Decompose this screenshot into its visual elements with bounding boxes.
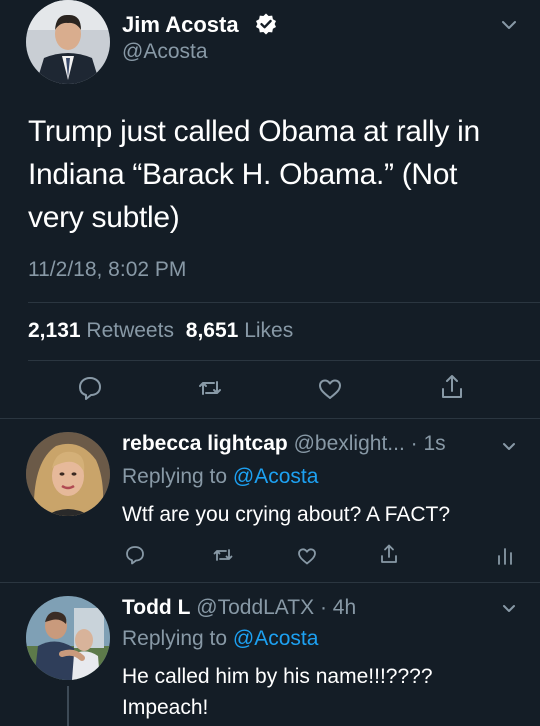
author-avatar[interactable]	[26, 0, 110, 84]
chevron-down-icon[interactable]	[500, 16, 518, 34]
retweet-icon[interactable]	[212, 544, 234, 566]
divider	[28, 302, 540, 303]
reply-icon[interactable]	[76, 374, 104, 402]
tweet-text: Trump just called Obama at rally in Indi…	[28, 115, 480, 234]
author-name[interactable]: Jim Acosta	[122, 12, 239, 38]
tweet-timestamp[interactable]: 11/2/18, 8:02 PM	[28, 258, 186, 282]
replying-to-prefix: Replying to	[122, 465, 228, 488]
thread-connector	[67, 686, 69, 726]
reply-author-handle[interactable]: @bexlight...	[294, 432, 405, 455]
reply-icon[interactable]	[124, 544, 146, 566]
reply-author: rebecca lightcap @bexlight... · 1s	[122, 432, 446, 456]
like-icon[interactable]	[296, 545, 318, 567]
chevron-down-icon[interactable]	[500, 599, 518, 617]
verified-badge-icon	[254, 12, 278, 36]
likes-label[interactable]: Likes	[244, 319, 293, 342]
author-handle[interactable]: @Acosta	[122, 40, 208, 64]
reply-avatar[interactable]	[26, 432, 110, 516]
reply-text-line-2: Impeach!	[122, 696, 209, 719]
like-icon[interactable]	[316, 375, 344, 403]
share-icon[interactable]	[378, 543, 400, 565]
replying-to-link[interactable]: @Acosta	[233, 465, 319, 488]
replying-to: Replying to @Acosta	[122, 627, 318, 651]
reply-author-name[interactable]: Todd L	[122, 596, 190, 619]
divider	[0, 418, 540, 419]
analytics-icon[interactable]	[494, 545, 516, 567]
reply-avatar[interactable]	[26, 596, 110, 680]
retweet-icon[interactable]	[196, 374, 224, 402]
replying-to: Replying to @Acosta	[122, 465, 318, 489]
divider	[0, 582, 540, 583]
likes-count[interactable]: 8,651	[186, 319, 239, 342]
replying-to-prefix: Replying to	[122, 627, 228, 650]
share-icon[interactable]	[438, 373, 466, 401]
divider	[28, 360, 540, 361]
replying-to-link[interactable]: @Acosta	[233, 627, 319, 650]
chevron-down-icon[interactable]	[500, 437, 518, 455]
reply-text: Wtf are you crying about? A FACT?	[122, 503, 450, 526]
reply-author: Todd L @ToddLATX · 4h	[122, 596, 356, 620]
reply-time[interactable]: · 4h	[320, 596, 356, 619]
reply-author-handle[interactable]: @ToddLATX	[196, 596, 314, 619]
reply-text-line-1: He called him by his name!!!????	[122, 665, 433, 688]
reply-time[interactable]: · 1s	[411, 432, 446, 455]
tweet-stats: 2,131 Retweets 8,651 Likes	[28, 319, 293, 343]
retweets-count[interactable]: 2,131	[28, 319, 81, 342]
reply-author-name[interactable]: rebecca lightcap	[122, 432, 288, 455]
retweets-label[interactable]: Retweets	[86, 319, 174, 342]
